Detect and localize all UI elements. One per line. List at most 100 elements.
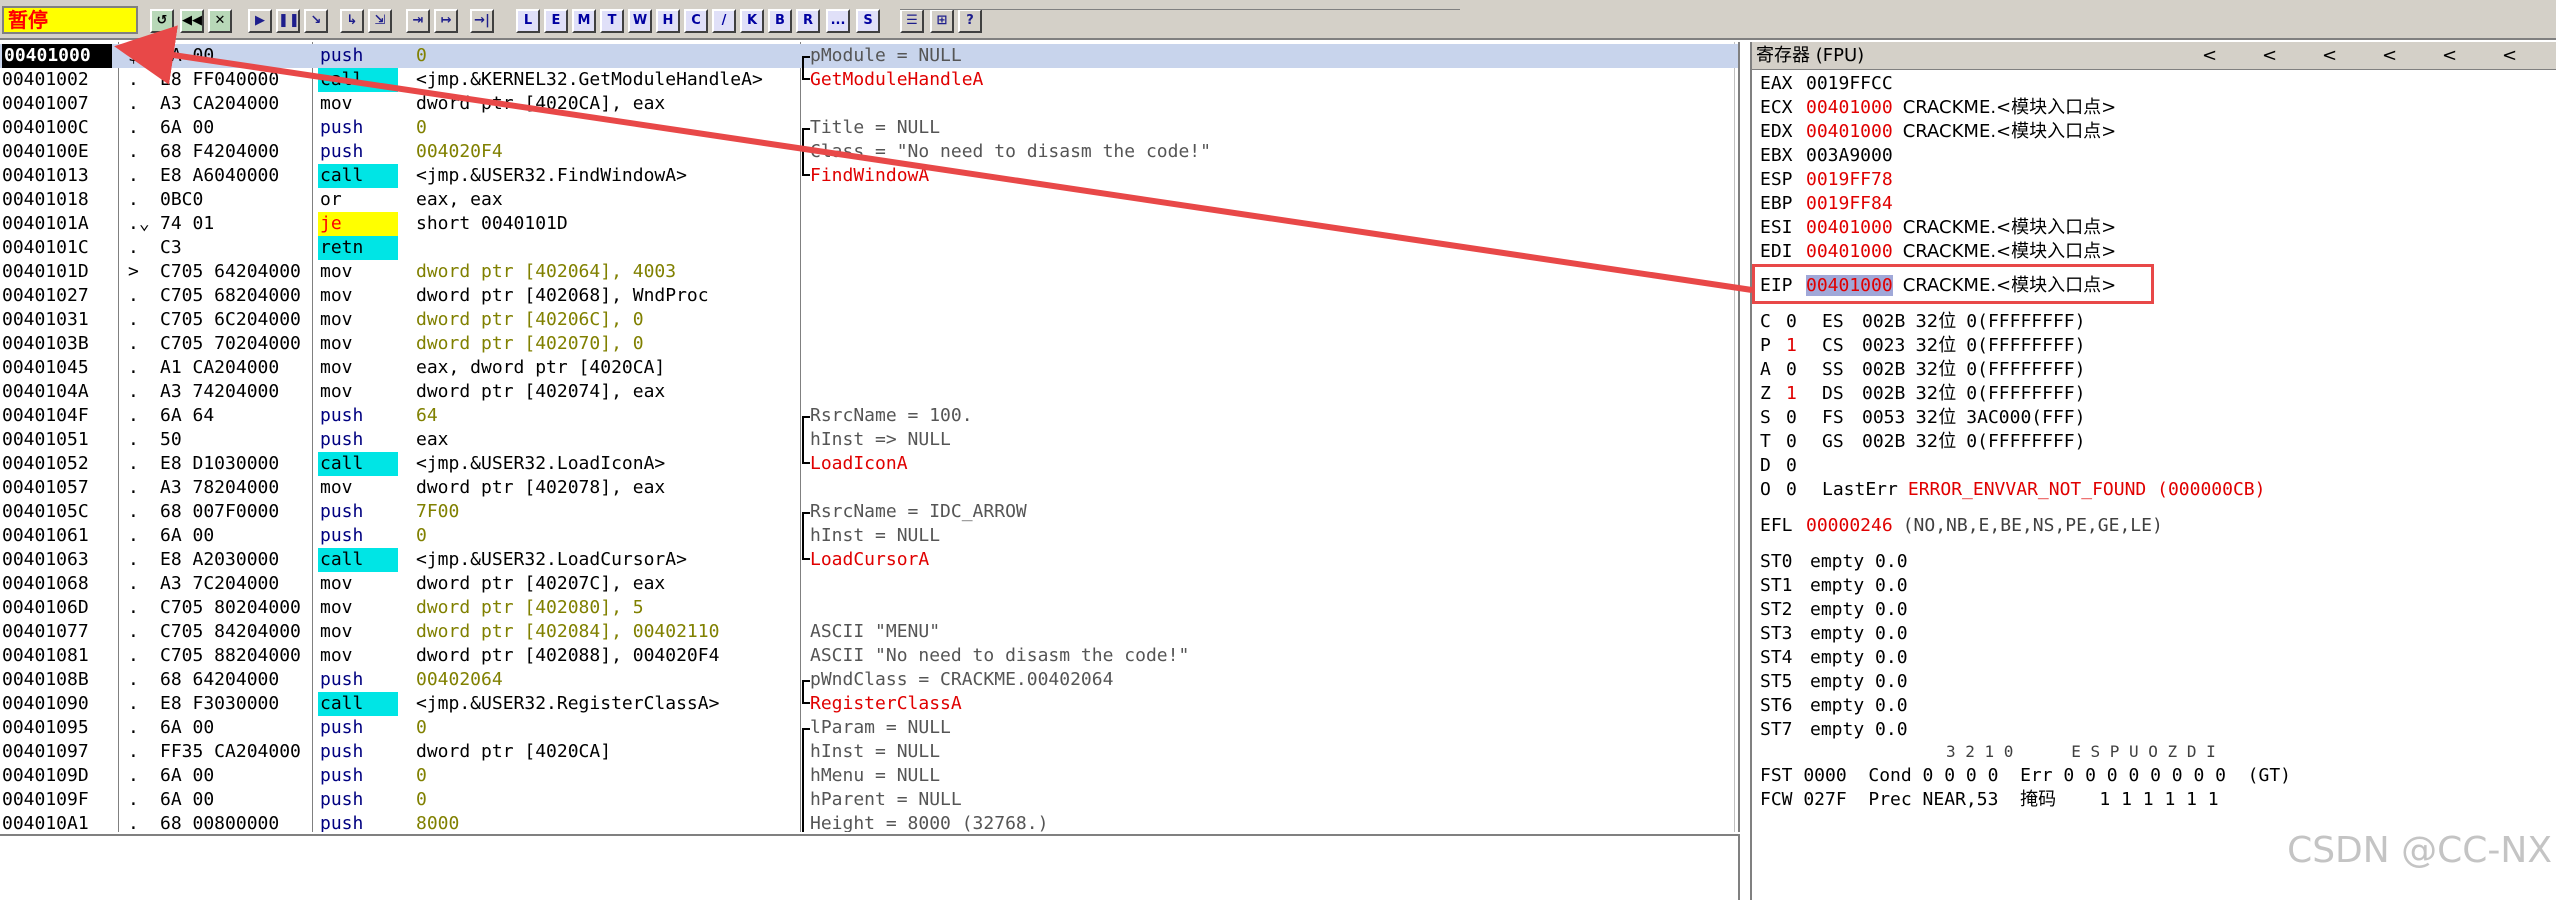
flag-row[interactable]: P 1 CS 0023 32位 0(FFFFFFFF) bbox=[1760, 334, 2540, 358]
toolbar-button-14[interactable]: T bbox=[600, 9, 624, 33]
disasm-row[interactable]: 00401061. 6A 00 push 0 hInst = NULL bbox=[0, 524, 1738, 548]
toolbar-button-8[interactable]: ⇥ bbox=[406, 9, 430, 33]
disasm-row[interactable]: 00401068. A3 7C204000 mov dword ptr [40207C… bbox=[0, 572, 1738, 596]
flag-row[interactable]: S 0 FS 0053 32位 3AC000(FFF) bbox=[1760, 406, 2540, 430]
disasm-row[interactable]: 00401081. C705 88204000 mov dword ptr [4020… bbox=[0, 644, 1738, 668]
toolbar-button-21[interactable]: R bbox=[796, 9, 820, 33]
disasm-row[interactable]: 00401063. E8 A2030000 call <jmp.&USER32.Loa… bbox=[0, 548, 1738, 572]
row-marker: . bbox=[128, 333, 139, 354]
toolbar-button-3[interactable]: ▶ bbox=[248, 9, 272, 33]
toolbar-button-10[interactable]: →| bbox=[470, 9, 494, 33]
fpu-control-word[interactable]: FCW 027F Prec NEAR,53 掩码 1 1 1 1 1 1 bbox=[1760, 788, 2540, 812]
disasm-row[interactable]: 0040100E. 68 F4204000 push 004020F4 Class = … bbox=[0, 140, 1738, 164]
toolbar-button-20[interactable]: B bbox=[768, 9, 792, 33]
disasm-row[interactable]: 00401031. C705 6C204000 mov dword ptr [4020… bbox=[0, 308, 1738, 332]
flag-row[interactable]: T 0 GS 002B 32位 0(FFFFFFFF) bbox=[1760, 430, 2540, 454]
toolbar-button-11[interactable]: L bbox=[516, 9, 540, 33]
disasm-row[interactable]: 00401052. E8 D1030000 call <jmp.&USER32.Loa… bbox=[0, 452, 1738, 476]
fpu-st6[interactable]: ST6 empty 0.0 bbox=[1760, 694, 2540, 718]
disasm-row[interactable]: 00401057. A3 78204000 mov dword ptr [402078… bbox=[0, 476, 1738, 500]
disasm-row[interactable]: 0040109F. 6A 00 push 0 hParent = NULL bbox=[0, 788, 1738, 812]
disasm-row[interactable]: 004010A1. 68 00800000 push 8000 Height = 800… bbox=[0, 812, 1738, 832]
disasm-row[interactable]: 00401045. A1 CA204000 mov eax, dword ptr [4… bbox=[0, 356, 1738, 380]
toolbar-button-2[interactable]: ✕ bbox=[208, 9, 232, 33]
address: 0040109F bbox=[2, 789, 89, 810]
toolbar-button-0[interactable]: ↺ bbox=[150, 9, 174, 33]
toolbar-button-18[interactable]: / bbox=[712, 9, 736, 33]
disasm-row[interactable]: 00401051. 50 push eax hInst => NULL bbox=[0, 428, 1738, 452]
register-ecx[interactable]: ECX 00401000 CRACKME.<模块入口点> bbox=[1760, 96, 2540, 120]
disasm-row[interactable]: 0040108B. 68 64204000 push 00402064 pWndClas… bbox=[0, 668, 1738, 692]
disasm-row[interactable]: 0040104F. 6A 64 push 64 RsrcName = 100. bbox=[0, 404, 1738, 428]
registers-pane[interactable]: 寄存器 (FPU) < < < < < < EAX 0019FFCC ECX 00401000 C… bbox=[1750, 42, 2556, 900]
disasm-row[interactable]: 0040103B. C705 70204000 mov dword ptr [4020… bbox=[0, 332, 1738, 356]
flag-row[interactable]: Z 1 DS 002B 32位 0(FFFFFFFF) bbox=[1760, 382, 2540, 406]
register-eax[interactable]: EAX 0019FFCC bbox=[1760, 72, 2540, 96]
toolbar-button-5[interactable]: ↘ bbox=[304, 9, 328, 33]
disasm-row[interactable]: 0040101A .⌄ 74 01 je short 0040101D bbox=[0, 212, 1738, 236]
register-esp[interactable]: ESP 0019FF78 bbox=[1760, 168, 2540, 192]
nav-arrow-icon[interactable]: < bbox=[2322, 42, 2337, 70]
toolbar-button-16[interactable]: H bbox=[656, 9, 680, 33]
toolbar-button-24[interactable]: ☰ bbox=[900, 9, 924, 33]
toolbar-button-6[interactable]: ↳ bbox=[340, 9, 364, 33]
fpu-st2[interactable]: ST2 empty 0.0 bbox=[1760, 598, 2540, 622]
fpu-status-word[interactable]: FST 0000 Cond 0 0 0 0 Err 0 0 0 0 0 0 0 … bbox=[1760, 764, 2540, 788]
flag-row[interactable]: A 0 SS 002B 32位 0(FFFFFFFF) bbox=[1760, 358, 2540, 382]
nav-arrow-icon[interactable]: < bbox=[2202, 42, 2217, 70]
toolbar-button-26[interactable]: ? bbox=[958, 9, 982, 33]
toolbar-button-1[interactable]: ◀◀ bbox=[180, 9, 204, 33]
disasm-row[interactable]: 0040106D. C705 80204000 mov dword ptr [4020… bbox=[0, 596, 1738, 620]
address: 00401077 bbox=[2, 621, 89, 642]
disasm-row[interactable]: 00401002. E8 FF040000 call <jmp.&KERNEL32.G… bbox=[0, 68, 1738, 92]
fpu-st3[interactable]: ST3 empty 0.0 bbox=[1760, 622, 2540, 646]
toolbar-button-4[interactable]: ❚❚ bbox=[276, 9, 300, 33]
register-edi[interactable]: EDI 00401000 CRACKME.<模块入口点> bbox=[1760, 240, 2540, 264]
fpu-st1[interactable]: ST1 empty 0.0 bbox=[1760, 574, 2540, 598]
toolbar-button-17[interactable]: C bbox=[684, 9, 708, 33]
disasm-row[interactable]: 00401090. E8 F3030000 call <jmp.&USER32.Reg… bbox=[0, 692, 1738, 716]
flag-row[interactable]: D0 bbox=[1760, 454, 2540, 478]
nav-arrow-icon[interactable]: < bbox=[2382, 42, 2397, 70]
disasm-row[interactable]: 00401000 $6A 00 push 0 pModule = NULL bbox=[0, 44, 1738, 68]
toolbar-button-22[interactable]: ... bbox=[826, 9, 850, 33]
disasm-row[interactable]: 00401007. A3 CA204000 mov dword ptr [4020CA… bbox=[0, 92, 1738, 116]
disasm-row[interactable]: 0040104A. A3 74204000 mov dword ptr [402074… bbox=[0, 380, 1738, 404]
disasm-row[interactable]: 0040100C. 6A 00 push 0 Title = NULL bbox=[0, 116, 1738, 140]
disasm-row[interactable]: 00401077. C705 84204000 mov dword ptr [4020… bbox=[0, 620, 1738, 644]
flag-row[interactable]: O 0 LastErr ERROR_ENVVAR_NOT_FOUND (000000C… bbox=[1760, 478, 2540, 502]
register-edx[interactable]: EDX 00401000 CRACKME.<模块入口点> bbox=[1760, 120, 2540, 144]
disasm-row[interactable]: 0040109D. 6A 00 push 0 hMenu = NULL bbox=[0, 764, 1738, 788]
nav-arrow-icon[interactable]: < bbox=[2442, 42, 2457, 70]
fpu-st0[interactable]: ST0 empty 0.0 bbox=[1760, 550, 2540, 574]
toolbar-button-9[interactable]: ↦ bbox=[434, 9, 458, 33]
register-esi[interactable]: ESI 00401000 CRACKME.<模块入口点> bbox=[1760, 216, 2540, 240]
row-marker: . bbox=[128, 285, 139, 306]
disasm-row[interactable]: 00401018. 0BC0 or eax, eax bbox=[0, 188, 1738, 212]
nav-arrow-icon[interactable]: < bbox=[2262, 42, 2277, 70]
disasm-row[interactable]: 0040101C. C3 retn bbox=[0, 236, 1738, 260]
toolbar-button-25[interactable]: ⊞ bbox=[930, 9, 954, 33]
nav-arrow-icon[interactable]: < bbox=[2502, 42, 2517, 70]
toolbar-button-15[interactable]: W bbox=[628, 9, 652, 33]
toolbar-button-7[interactable]: ⇲ bbox=[368, 9, 392, 33]
toolbar-button-12[interactable]: E bbox=[544, 9, 568, 33]
fpu-st5[interactable]: ST5 empty 0.0 bbox=[1760, 670, 2540, 694]
register-ebp[interactable]: EBP 0019FF84 bbox=[1760, 192, 2540, 216]
register-efl[interactable]: EFL 00000246 (NO,NB,E,BE,NS,PE,GE,LE) bbox=[1760, 514, 2540, 538]
toolbar-button-23[interactable]: S bbox=[856, 9, 880, 33]
toolbar-button-13[interactable]: M bbox=[572, 9, 596, 33]
fpu-st4[interactable]: ST4 empty 0.0 bbox=[1760, 646, 2540, 670]
disasm-row[interactable]: 0040101D > C705 64204000 mov dword ptr [4020… bbox=[0, 260, 1738, 284]
info-pane[interactable] bbox=[0, 834, 1740, 900]
disasm-row[interactable]: 00401095. 6A 00 push 0 lParam = NULL bbox=[0, 716, 1738, 740]
disassembly-pane[interactable]: 00401000 $6A 00 push 0 pModule = NULL 0040100… bbox=[0, 42, 1740, 832]
register-ebx[interactable]: EBX 003A9000 bbox=[1760, 144, 2540, 168]
disasm-row[interactable]: 0040105C. 68 007F0000 push 7F00 RsrcName = I… bbox=[0, 500, 1738, 524]
fpu-st7[interactable]: ST7 empty 0.0 bbox=[1760, 718, 2540, 742]
toolbar-button-19[interactable]: K bbox=[740, 9, 764, 33]
flag-row[interactable]: C 0 ES 002B 32位 0(FFFFFFFF) bbox=[1760, 310, 2540, 334]
disasm-row[interactable]: 00401097. FF35 CA204000 push dword ptr [402… bbox=[0, 740, 1738, 764]
disasm-row[interactable]: 00401013. E8 A6040000 call <jmp.&USER32.Fin… bbox=[0, 164, 1738, 188]
disasm-row[interactable]: 00401027. C705 68204000 mov dword ptr [4020… bbox=[0, 284, 1738, 308]
